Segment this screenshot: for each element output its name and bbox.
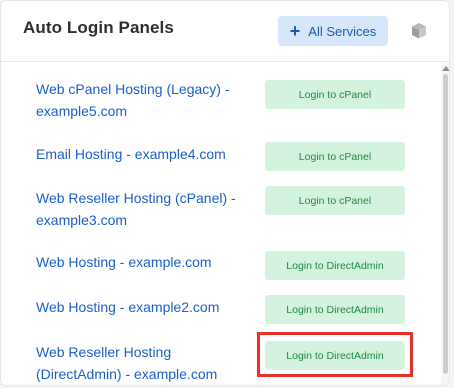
- scroll-up-arrow-icon[interactable]: [442, 66, 449, 71]
- service-name-link[interactable]: Web Reseller Hosting (DirectAdmin) - exa…: [36, 342, 251, 385]
- login-to-cpanel-button[interactable]: Login to cPanel: [265, 80, 405, 109]
- login-to-directadmin-button[interactable]: Login to DirectAdmin: [265, 251, 405, 280]
- service-name-link[interactable]: Web Reseller Hosting (cPanel) - example3…: [36, 188, 251, 231]
- cube-icon[interactable]: [409, 21, 429, 41]
- panel-header: Auto Login Panels + All Services: [1, 1, 449, 62]
- panel-title: Auto Login Panels: [23, 18, 174, 37]
- service-name-link[interactable]: Web Hosting - example2.com: [36, 297, 251, 319]
- service-name-link[interactable]: Web cPanel Hosting (Legacy) - example5.c…: [36, 79, 251, 122]
- auto-login-panel: Auto Login Panels + All Services Web cPa…: [0, 0, 450, 386]
- service-name-link[interactable]: Web Hosting - example.com: [36, 252, 251, 274]
- all-services-label: All Services: [308, 23, 377, 39]
- scrollbar[interactable]: [441, 62, 449, 385]
- login-to-cpanel-button[interactable]: Login to cPanel: [265, 186, 405, 215]
- login-to-directadmin-button[interactable]: Login to DirectAdmin: [265, 295, 405, 324]
- scrollbar-thumb[interactable]: [443, 74, 448, 374]
- plus-icon: +: [289, 21, 301, 41]
- highlight-box: [257, 332, 413, 377]
- login-to-cpanel-button[interactable]: Login to cPanel: [265, 142, 405, 171]
- service-name-link[interactable]: Email Hosting - example4.com: [36, 144, 251, 166]
- all-services-button[interactable]: + All Services: [278, 16, 388, 46]
